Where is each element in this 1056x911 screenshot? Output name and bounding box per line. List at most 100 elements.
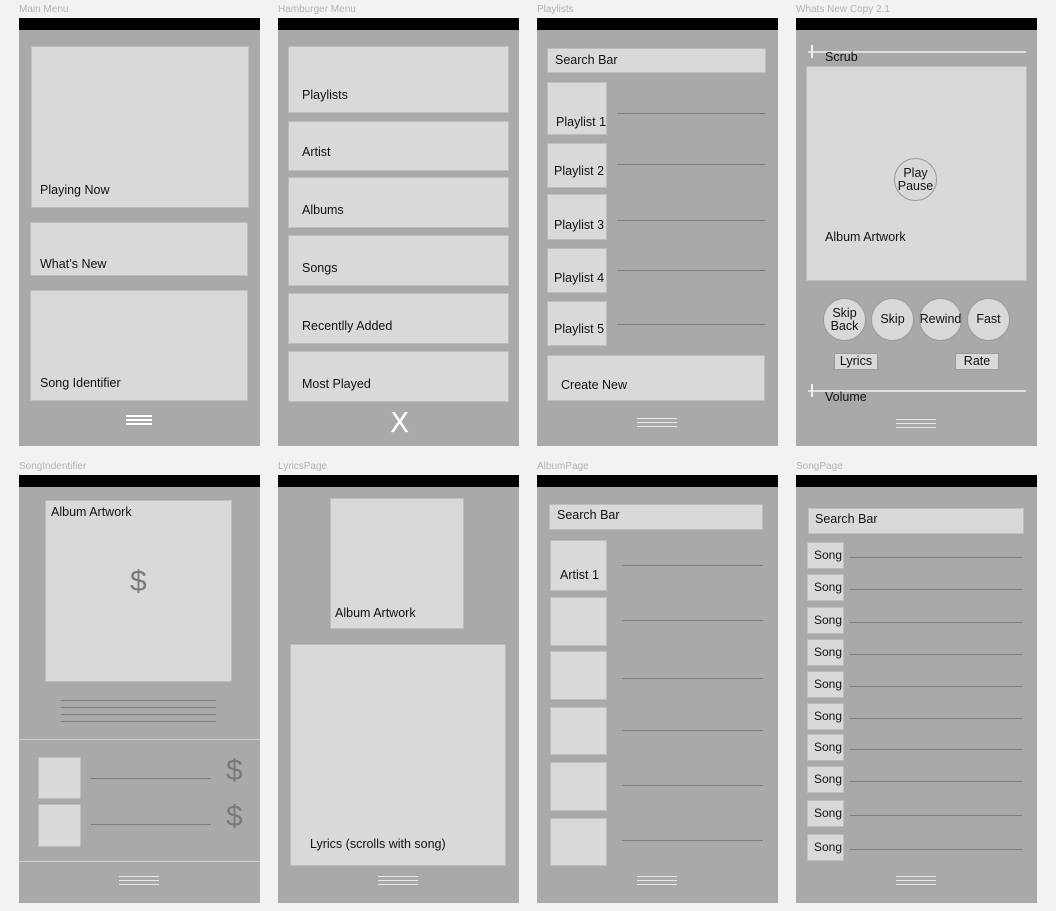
divider [622,785,763,786]
drag-handle-icon[interactable] [637,418,677,429]
divider [622,840,763,841]
menu-item-label: Artist [302,145,331,159]
play-pause-button[interactable]: Play Pause [894,158,937,201]
song-identifier-label: Song Identifier [40,376,121,390]
divider [617,113,765,114]
drag-handle-icon[interactable] [896,419,936,430]
result-thumbnail[interactable] [38,757,81,799]
menu-item-playlists[interactable]: Playlists [288,46,509,113]
menu-item-label: Songs [302,261,338,275]
song-label: Song [814,840,843,854]
playlist-label: Playlist 4 [554,271,605,285]
divider [617,164,765,165]
song-thumbnail[interactable]: Song [807,766,844,793]
drag-handle-icon[interactable] [119,876,159,887]
scrub-knob[interactable] [811,45,813,58]
close-icon[interactable]: X [390,406,409,439]
song-row-line [850,815,1022,816]
album-tile[interactable] [550,818,607,866]
artboard-title-playlists: Playlists [537,4,574,15]
whats-new-card[interactable]: What’s New [30,222,248,276]
scrub-label: Scrub [825,50,858,64]
dollar-icon: $ [130,565,147,598]
artboard-title-song-identifier: SongIndentifier [19,461,87,472]
song-label: Song [814,709,843,723]
playlist-tile-1[interactable]: Playlist 1 [547,82,607,135]
status-bar [278,475,519,487]
playlist-tile-5[interactable]: Playlist 5 [547,301,607,346]
search-placeholder: Search Bar [555,53,618,67]
playlist-label: Playlist 1 [556,115,607,129]
menu-item-label: Albums [302,203,344,217]
volume-knob[interactable] [811,384,813,397]
lyrics-panel[interactable]: Lyrics (scrolls with song) [290,644,506,866]
album-tile[interactable] [550,707,607,755]
album-tile[interactable] [550,651,607,700]
song-thumbnail[interactable]: Song [807,834,844,861]
menu-item-label: Playlists [302,88,348,102]
divider [622,730,763,731]
status-bar [796,18,1037,30]
dollar-icon[interactable]: $ [226,800,243,834]
album-artwork-label: Album Artwork [825,230,906,244]
rewind-button[interactable]: Rewind [919,298,962,341]
artist-tile[interactable]: Artist 1 [550,540,607,591]
fast-forward-button[interactable]: Fast [967,298,1010,341]
song-thumbnail[interactable]: Song [807,703,844,730]
rate-button[interactable]: Rate [955,353,999,370]
album-artwork: Play Pause Album Artwork [806,66,1027,281]
skip-back-button[interactable]: Skip Back [823,298,866,341]
song-label: Song [814,772,843,786]
playlist-label: Playlist 5 [554,322,605,336]
artboard-title-song-page: SongPage [796,461,843,472]
song-identifier-screen: Album Artwork $ $ $ [19,475,260,903]
divider [622,678,763,679]
playlist-tile-3[interactable]: Playlist 3 [547,194,607,240]
detail-line [61,707,216,708]
menu-item-recently-added[interactable]: Recentlly Added [288,293,509,344]
playlist-tile-2[interactable]: Playlist 2 [547,143,607,188]
song-thumbnail[interactable]: Song [807,607,844,634]
song-thumbnail[interactable]: Song [807,734,844,761]
search-input[interactable]: Search Bar [808,508,1024,534]
skip-button[interactable]: Skip [871,298,914,341]
drag-handle-icon[interactable] [896,876,936,887]
create-new-button[interactable]: Create New [547,355,765,401]
status-bar [278,18,519,30]
song-thumbnail[interactable]: Song [807,671,844,698]
menu-item-albums[interactable]: Albums [288,177,509,228]
status-bar [796,475,1037,487]
lyrics-button[interactable]: Lyrics [834,353,878,370]
hamburger-icon[interactable] [126,415,152,426]
song-row-line [850,686,1022,687]
song-thumbnail[interactable]: Song [807,639,844,666]
album-tile[interactable] [550,762,607,811]
menu-item-songs[interactable]: Songs [288,235,509,286]
playing-now-card[interactable]: Playing Now [31,46,249,208]
song-label: Song [814,548,843,562]
song-thumbnail[interactable]: Song [807,542,844,569]
song-thumbnail[interactable]: Song [807,574,844,601]
status-bar [19,18,260,30]
playlist-tile-4[interactable]: Playlist 4 [547,248,607,293]
divider [622,620,763,621]
menu-item-artist[interactable]: Artist [288,121,509,171]
playlists-screen: Search Bar Playlist 1 Playlist 2 Playlis… [537,18,778,446]
song-label: Song [814,806,843,820]
search-placeholder: Search Bar [557,508,620,522]
drag-handle-icon[interactable] [637,876,677,887]
dollar-icon[interactable]: $ [226,754,243,788]
drag-handle-icon[interactable] [378,876,418,887]
search-input[interactable]: Search Bar [547,48,766,73]
song-row-line [850,589,1022,590]
search-placeholder: Search Bar [815,512,878,526]
player-screen: Scrub Play Pause Album Artwork Skip Back… [796,18,1037,446]
result-thumbnail[interactable] [38,804,81,847]
menu-item-most-played[interactable]: Most Played [288,351,509,402]
playing-now-label: Playing Now [40,183,110,197]
song-thumbnail[interactable]: Song [807,800,844,827]
search-input[interactable]: Search Bar [549,504,763,530]
album-tile[interactable] [550,597,607,646]
song-identifier-card[interactable]: Song Identifier [30,290,248,401]
whats-new-label: What’s New [40,257,107,271]
